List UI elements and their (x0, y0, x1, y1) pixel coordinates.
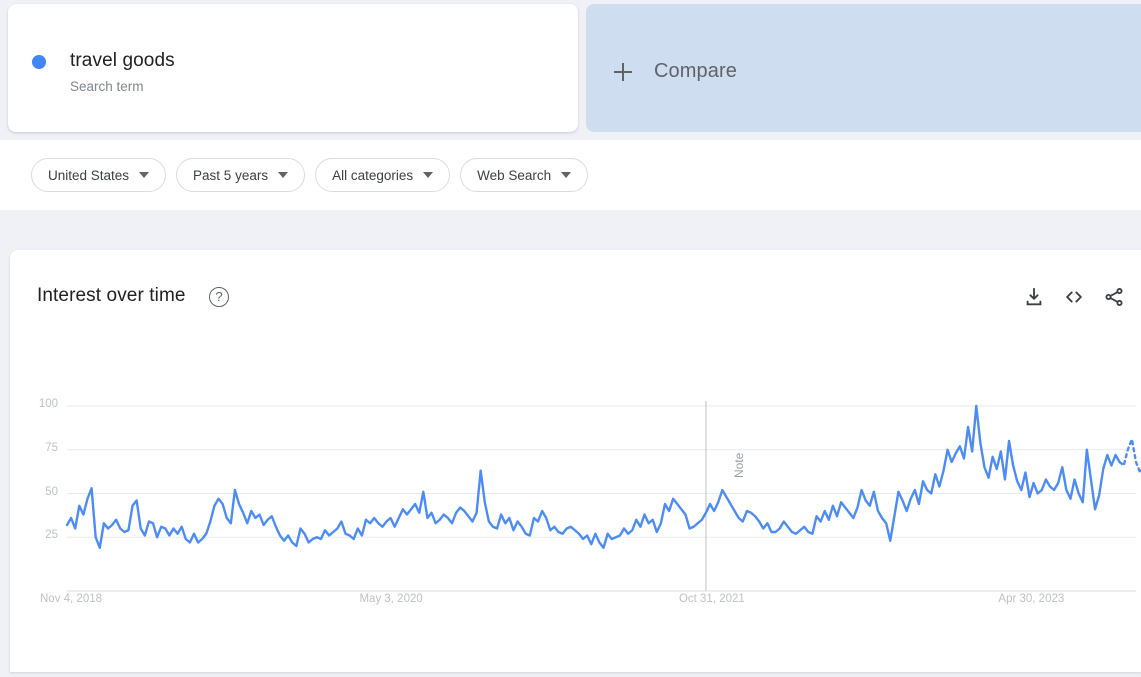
x-axis-tick-label: May 3, 2020 (359, 593, 423, 605)
filter-chip-group: United States Past 5 years All categorie… (31, 158, 589, 192)
trend-line-partial (1118, 438, 1141, 474)
y-axis-tick-label-100: 100 (38, 398, 58, 410)
filter-bar: United States Past 5 years All categorie… (0, 140, 1141, 210)
x-axis-tick-label: Nov 4, 2018 (40, 593, 103, 605)
compare-label: Compare (654, 60, 737, 82)
filter-chip-location[interactable]: United States (31, 158, 167, 192)
chevron-down-icon (561, 172, 572, 178)
compare-card[interactable]: Compare (586, 4, 1141, 132)
chevron-down-icon (278, 172, 289, 178)
plus-icon (614, 62, 632, 81)
x-axis-tick-label: Oct 31, 2021 (678, 593, 745, 605)
search-term-card[interactable]: travel goods Search term (8, 4, 578, 132)
y-axis-tick-label-50: 50 (45, 485, 58, 498)
filter-chip-search-type[interactable]: Web Search (460, 158, 589, 192)
y-axis-tick-label-75: 75 (45, 441, 58, 454)
search-term-type: Search term (70, 79, 144, 94)
chart-svg (65, 401, 1141, 592)
filter-chip-time-range-label: Past 5 years (193, 167, 269, 183)
filter-chip-search-type-label: Web Search (477, 167, 552, 183)
interest-over-time-card: Interest over time ? 25 50 75 100 Nov 4, 20… (10, 250, 1141, 672)
compare-content: Compare (614, 60, 737, 83)
chevron-down-icon (139, 172, 150, 178)
filter-chip-category-label: All categories (332, 167, 414, 183)
chart-trend-line (65, 404, 1141, 549)
chart-note-annotation-label: Note (732, 452, 746, 478)
chevron-down-icon (423, 172, 434, 178)
filter-chip-location-label: United States (48, 167, 130, 183)
search-term-content: travel goods Search term (32, 48, 175, 97)
search-term-text: travel goods Search term (70, 48, 175, 97)
trend-line-solid (65, 404, 1121, 549)
y-axis-tick-label-25: 25 (45, 529, 58, 542)
trends-line-chart[interactable]: 25 50 75 100 Nov 4, 2018 May 3, 2020 Oct 31, … (10, 250, 1141, 672)
series-color-dot-icon (32, 55, 46, 69)
search-term-name: travel goods (70, 50, 175, 71)
filter-chip-time-range[interactable]: Past 5 years (176, 158, 306, 192)
search-term-band: travel goods Search term Compare (0, 0, 1141, 140)
filter-chip-category[interactable]: All categories (315, 158, 451, 192)
x-axis-tick-label: Apr 30, 2023 (998, 593, 1065, 605)
